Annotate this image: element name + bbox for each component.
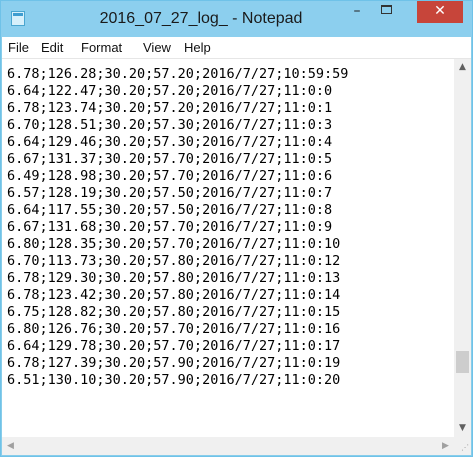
vertical-scrollbar[interactable]: ▲ ▼ — [454, 59, 471, 437]
text-line: 6.64;122.47;30.20;57.20;2016/7/27;11:0:0 — [7, 83, 333, 99]
text-line: 6.64;129.46;30.20;57.30;2016/7/27;11:0:4 — [7, 134, 333, 150]
text-line: 6.70;128.51;30.20;57.30;2016/7/27;11:0:3 — [7, 117, 333, 133]
text-line: 6.80;126.76;30.20;57.70;2016/7/27;11:0:1… — [7, 321, 341, 337]
chevron-right-icon[interactable]: ▶ — [437, 437, 454, 455]
title-bar[interactable]: 2016_07_27_log_ - Notepad – ✕ — [1, 1, 472, 37]
text-line: 6.78;127.39;30.20;57.90;2016/7/27;11:0:1… — [7, 355, 341, 371]
menu-help[interactable]: Help — [184, 37, 211, 58]
menu-bar: File Edit Format View Help — [2, 37, 471, 59]
chevron-left-icon[interactable]: ◀ — [2, 437, 19, 455]
menu-view[interactable]: View — [143, 37, 171, 58]
chevron-up-icon[interactable]: ▲ — [454, 59, 471, 76]
menu-edit[interactable]: Edit — [41, 37, 63, 58]
text-line: 6.75;128.82;30.20;57.80;2016/7/27;11:0:1… — [7, 304, 341, 320]
notepad-window: 2016_07_27_log_ - Notepad – ✕ File Edit … — [0, 0, 473, 457]
text-line: 6.78;123.42;30.20;57.80;2016/7/27;11:0:1… — [7, 287, 341, 303]
resize-grip-icon: ⋰ — [461, 443, 469, 452]
chevron-down-icon[interactable]: ▼ — [454, 420, 471, 437]
menu-format[interactable]: Format — [81, 37, 122, 58]
minimize-button[interactable]: – — [343, 1, 371, 23]
text-line: 6.70;113.73;30.20;57.80;2016/7/27;11:0:1… — [7, 253, 341, 269]
maximize-button[interactable] — [373, 1, 401, 23]
vertical-scroll-thumb[interactable] — [456, 351, 469, 373]
text-line: 6.78;126.28;30.20;57.20;2016/7/27;10:59:… — [7, 66, 349, 82]
text-line: 6.57;128.19;30.20;57.50;2016/7/27;11:0:7 — [7, 185, 333, 201]
text-editor[interactable]: 6.78;126.28;30.20;57.20;2016/7/27;10:59:… — [2, 59, 454, 437]
text-line: 6.51;130.10;30.20;57.90;2016/7/27;11:0:2… — [7, 372, 341, 388]
close-button[interactable]: ✕ — [417, 1, 463, 23]
window-title: 2016_07_27_log_ - Notepad — [99, 10, 303, 27]
text-line: 6.49;128.98;30.20;57.70;2016/7/27;11:0:6 — [7, 168, 333, 184]
horizontal-scrollbar[interactable]: ◀ ▶ — [2, 437, 454, 455]
maximize-icon — [381, 5, 392, 14]
text-line: 6.64;129.78;30.20;57.70;2016/7/27;11:0:1… — [7, 338, 341, 354]
text-line: 6.67;131.37;30.20;57.70;2016/7/27;11:0:5 — [7, 151, 333, 167]
text-line: 6.67;131.68;30.20;57.70;2016/7/27;11:0:9 — [7, 219, 333, 235]
text-line: 6.80;128.35;30.20;57.70;2016/7/27;11:0:1… — [7, 236, 341, 252]
text-line: 6.78;129.30;30.20;57.80;2016/7/27;11:0:1… — [7, 270, 341, 286]
text-line: 6.64;117.55;30.20;57.50;2016/7/27;11:0:8 — [7, 202, 333, 218]
text-line: 6.78;123.74;30.20;57.20;2016/7/27;11:0:1 — [7, 100, 333, 116]
resize-grip[interactable]: ⋰ — [454, 437, 471, 455]
menu-file[interactable]: File — [8, 37, 29, 58]
